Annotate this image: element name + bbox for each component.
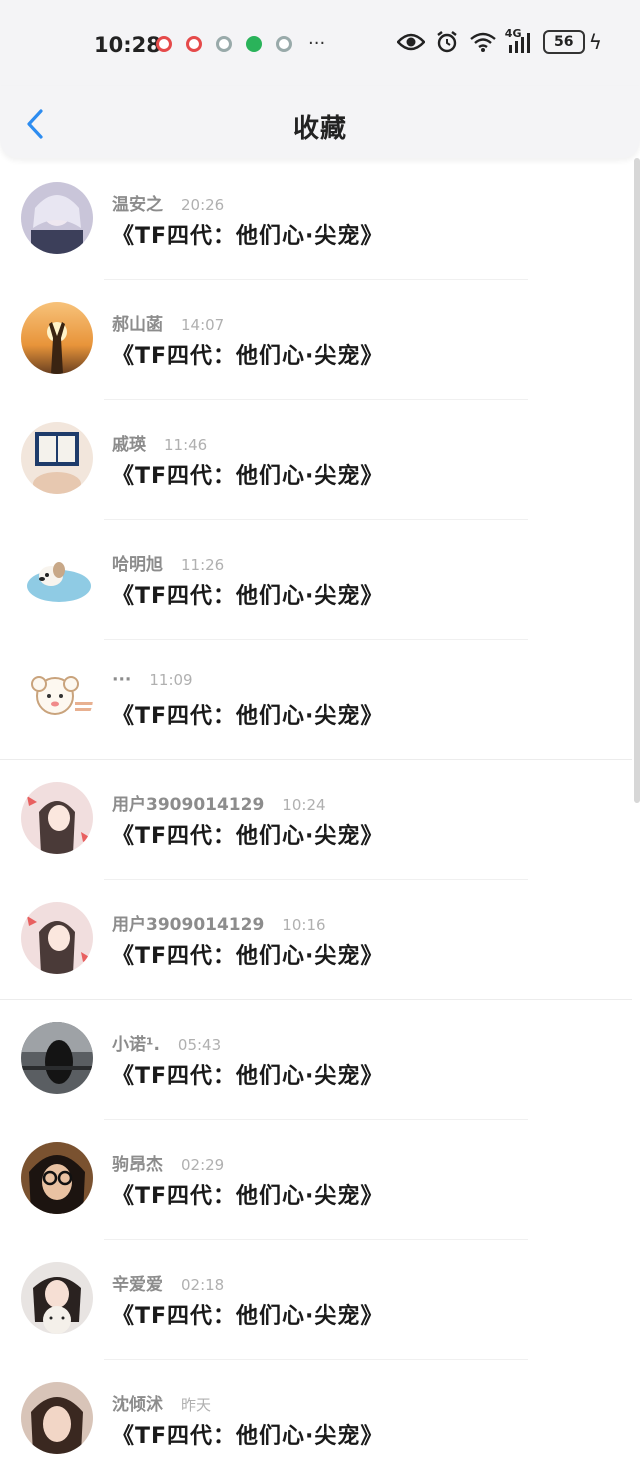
favorite-title[interactable]: 《TF四代：他们心·尖宠》 xyxy=(112,1298,383,1330)
timestamp: 11:26 xyxy=(181,556,225,574)
user-name: 用户3909014129 xyxy=(112,915,265,935)
avatar[interactable] xyxy=(21,182,93,254)
scrollbar[interactable] xyxy=(634,158,640,803)
avatar[interactable] xyxy=(21,542,93,614)
favorite-title[interactable]: 《TF四代：他们心·尖宠》 xyxy=(112,698,383,730)
avatar[interactable] xyxy=(21,662,93,734)
list-item[interactable]: 温安之 20:26 《TF四代：他们心·尖宠》 xyxy=(0,160,632,280)
more-notifications-icon: ··· xyxy=(308,33,326,54)
user-name: 温安之 xyxy=(112,195,163,215)
notification-app-icon xyxy=(156,36,172,52)
list-item[interactable]: 哈明旭 11:26 《TF四代：他们心·尖宠》 xyxy=(0,520,632,640)
favorite-title[interactable]: 《TF四代：他们心·尖宠》 xyxy=(112,218,383,250)
notification-app-icon xyxy=(216,36,232,52)
network-type: 4G xyxy=(504,27,522,40)
list-item[interactable]: 驹昂杰 02:29 《TF四代：他们心·尖宠》 xyxy=(0,1120,632,1240)
user-name: 戚瑛 xyxy=(112,435,146,455)
avatar[interactable] xyxy=(21,1142,93,1214)
alarm-icon xyxy=(435,30,459,54)
timestamp: 11:09 xyxy=(149,671,193,689)
list-item[interactable]: 小诺¹. 05:43 《TF四代：他们心·尖宠》 xyxy=(0,1000,632,1120)
notification-app-icon xyxy=(186,36,202,52)
timestamp: 昨天 xyxy=(181,1396,212,1414)
user-name: ··· xyxy=(112,670,132,690)
page-title: 收藏 xyxy=(292,114,347,144)
user-name: 沈倾沭 xyxy=(112,1395,163,1415)
user-name: 哈明旭 xyxy=(112,555,163,575)
avatar[interactable] xyxy=(21,1022,93,1094)
avatar[interactable] xyxy=(21,1262,93,1334)
battery-icon: 56 xyxy=(542,30,585,54)
eye-icon xyxy=(396,32,425,52)
user-name: 郝山菡 xyxy=(112,315,163,335)
list-item[interactable]: ··· 11:09 《TF四代：他们心·尖宠》 xyxy=(0,640,632,760)
favorites-list: 温安之 20:26 《TF四代：他们心·尖宠》 郝山菡 14:07 《TF四代：他们… xyxy=(0,160,632,1480)
avatar[interactable] xyxy=(21,422,93,494)
charging-icon: ϟ xyxy=(588,30,602,54)
timestamp: 20:26 xyxy=(181,196,225,214)
timestamp: 14:07 xyxy=(181,316,225,334)
avatar[interactable] xyxy=(21,782,93,854)
status-bar: 10:28 ··· 4G 56 ϟ xyxy=(0,0,640,86)
timestamp: 10:16 xyxy=(282,916,326,934)
favorite-title[interactable]: 《TF四代：他们心·尖宠》 xyxy=(112,818,383,850)
avatar[interactable] xyxy=(21,302,93,374)
status-time: 10:28 xyxy=(94,33,161,57)
avatar[interactable] xyxy=(21,902,93,974)
list-item[interactable]: 用户3909014129 10:24 《TF四代：他们心·尖宠》 xyxy=(0,760,632,880)
favorite-title[interactable]: 《TF四代：他们心·尖宠》 xyxy=(112,458,383,490)
timestamp: 02:29 xyxy=(181,1156,225,1174)
favorite-title[interactable]: 《TF四代：他们心·尖宠》 xyxy=(112,938,383,970)
favorite-title[interactable]: 《TF四代：他们心·尖宠》 xyxy=(112,578,383,610)
timestamp: 05:43 xyxy=(177,1036,222,1054)
favorite-title[interactable]: 《TF四代：他们心·尖宠》 xyxy=(112,1178,383,1210)
user-name: 小诺¹. xyxy=(112,1035,160,1055)
wifi-icon xyxy=(469,31,497,53)
signal-icon: 4G xyxy=(505,27,533,53)
list-item[interactable]: 沈倾沭 昨天 《TF四代：他们心·尖宠》 xyxy=(0,1360,632,1480)
user-name: 用户3909014129 xyxy=(112,795,265,815)
user-name: 驹昂杰 xyxy=(112,1155,163,1175)
status-icons: 4G 56 ϟ xyxy=(396,27,602,54)
favorite-title[interactable]: 《TF四代：他们心·尖宠》 xyxy=(112,1418,383,1450)
avatar[interactable] xyxy=(21,1382,93,1454)
user-name: 辛爱爱 xyxy=(112,1275,163,1295)
timestamp: 02:18 xyxy=(181,1276,225,1294)
notification-app-icon xyxy=(246,36,262,52)
notification-icons: ··· xyxy=(156,33,326,54)
list-item[interactable]: 辛爱爱 02:18 《TF四代：他们心·尖宠》 xyxy=(0,1240,632,1360)
list-item[interactable]: 郝山菡 14:07 《TF四代：他们心·尖宠》 xyxy=(0,280,632,400)
list-item[interactable]: 用户3909014129 10:16 《TF四代：他们心·尖宠》 xyxy=(0,880,632,1000)
timestamp: 10:24 xyxy=(282,796,326,814)
favorite-title[interactable]: 《TF四代：他们心·尖宠》 xyxy=(112,338,383,370)
timestamp: 11:46 xyxy=(164,436,208,454)
list-item[interactable]: 戚瑛 11:46 《TF四代：他们心·尖宠》 xyxy=(0,400,632,520)
favorite-title[interactable]: 《TF四代：他们心·尖宠》 xyxy=(112,1058,383,1090)
top-navigation-bar: 收藏 xyxy=(0,86,640,158)
notification-app-icon xyxy=(276,36,292,52)
